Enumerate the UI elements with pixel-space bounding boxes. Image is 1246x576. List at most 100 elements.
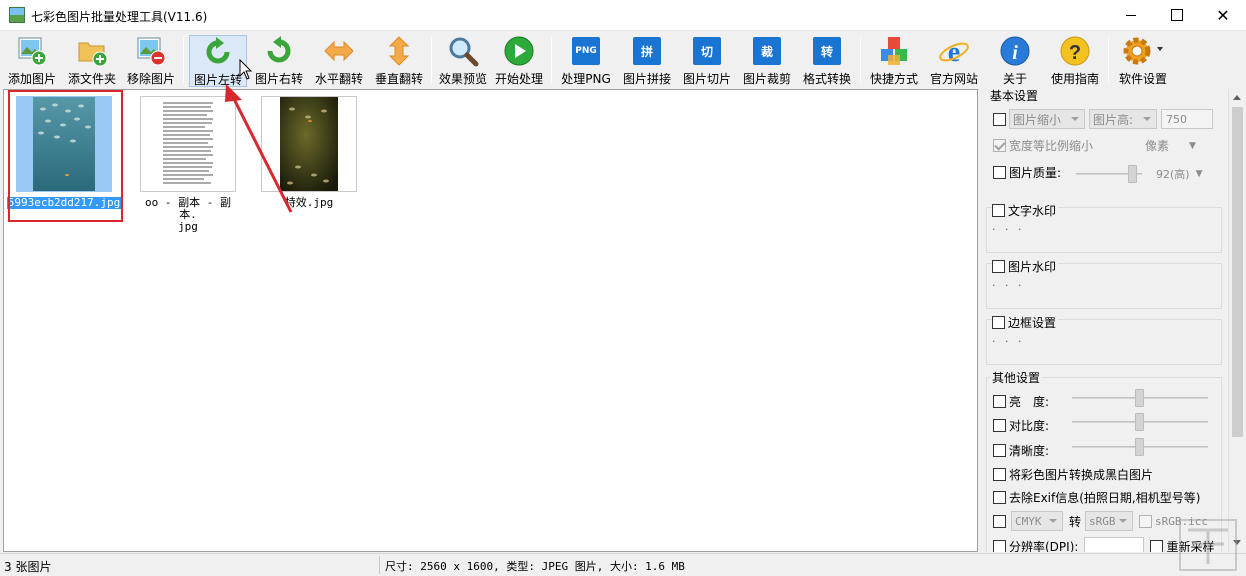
shortcut-label: 快捷方式 — [869, 72, 918, 86]
color-convert-checkbox[interactable] — [993, 514, 1006, 528]
app-icon — [9, 7, 25, 23]
flip-vertical-button[interactable]: 垂直翻转 — [372, 35, 426, 87]
toolbar-separator — [860, 37, 861, 83]
scrollbar-thumb[interactable] — [1232, 107, 1243, 437]
image-thumb-3[interactable]: 特效.jpg — [261, 96, 357, 209]
image-watermark-more[interactable]: · · · — [992, 279, 1024, 292]
crop-button[interactable]: 裁 图片裁剪 — [739, 35, 795, 87]
brightness-slider[interactable] — [1072, 388, 1208, 408]
watermark-logo — [1179, 519, 1237, 571]
status-divider — [379, 556, 380, 574]
convert-label: 格式转换 — [802, 72, 851, 86]
remove-exif-checkbox[interactable] — [993, 491, 1006, 504]
crop-icon: 裁 — [751, 35, 783, 67]
chevron-down-icon: ▼ — [1189, 140, 1196, 151]
process-png-label: 处理PNG — [561, 72, 611, 86]
image-gallery[interactable]: 5993ecb2dd217.jpg oo - 副本 - 副本. jpg 特效.j… — [3, 89, 978, 552]
sharpness-row: 清晰度: — [993, 442, 1049, 459]
quality-label: 图片质量: — [1009, 166, 1062, 180]
convert-label: 转 — [1069, 514, 1082, 529]
toolbar: 添加图片 添文件夹 移除图片 图片左转 图片右转 水平翻转 垂直翻转 效果预览 … — [0, 31, 1246, 88]
quality-checkbox[interactable] — [993, 166, 1006, 179]
title-bar: 七彩色图片批量处理工具(V11.6) ✕ — [0, 0, 1246, 31]
grayscale-checkbox[interactable] — [993, 468, 1006, 481]
rotate-right-button[interactable]: 图片右转 — [252, 35, 306, 87]
minimize-button[interactable] — [1108, 0, 1154, 30]
settings-button[interactable]: 软件设置 — [1114, 35, 1172, 87]
resample-checkbox[interactable] — [1150, 539, 1164, 552]
rotate-left-label: 图片左转 — [193, 73, 242, 87]
contrast-checkbox[interactable] — [993, 419, 1006, 432]
unit-select[interactable]: 像素 ▼ — [1145, 137, 1209, 154]
sharpness-checkbox[interactable] — [993, 444, 1006, 457]
resize-checkbox[interactable] — [993, 112, 1006, 126]
text-watermark-more[interactable]: · · · — [992, 223, 1024, 236]
text-watermark-checkbox[interactable] — [992, 204, 1005, 217]
image-thumbnail[interactable] — [140, 96, 236, 192]
image-count: 3 张图片 — [4, 560, 52, 574]
status-bar: 3 张图片 尺寸: 2560 x 1600, 类型: JPEG 图片, 大小: … — [0, 553, 1246, 576]
grayscale-label: 将彩色图片转换成黑白图片 — [1009, 468, 1154, 482]
resize-mode-select[interactable]: 图片缩小 — [1009, 109, 1085, 129]
remove-images-button[interactable]: 移除图片 — [124, 35, 178, 87]
contrast-slider[interactable] — [1072, 412, 1208, 432]
start-button[interactable]: 开始处理 — [492, 35, 546, 87]
panel-scrollbar[interactable] — [1228, 89, 1245, 552]
image-filename[interactable]: 特效.jpg — [285, 197, 334, 209]
slice-label: 图片切片 — [682, 72, 731, 86]
website-button[interactable]: e 官方网站 — [926, 35, 982, 87]
basic-settings-title: 基本设置 — [988, 89, 1041, 104]
brightness-checkbox[interactable] — [993, 395, 1006, 408]
contrast-row: 对比度: — [993, 417, 1049, 434]
other-settings-title: 其他设置 — [990, 369, 1043, 386]
add-folder-button[interactable]: 添文件夹 — [64, 35, 120, 87]
dpi-input[interactable] — [1084, 537, 1145, 552]
contrast-slider-knob[interactable] — [1135, 413, 1144, 431]
rotate-left-button[interactable]: 图片左转 — [189, 35, 247, 87]
image-thumb-2[interactable]: oo - 副本 - 副本. jpg — [140, 96, 236, 233]
quality-value-select[interactable]: 92(高) ▼ — [1156, 166, 1203, 182]
dimension-value-input[interactable]: 750 — [1161, 109, 1213, 129]
about-button[interactable]: i 关于 — [994, 35, 1036, 87]
border-label: 边框设置 — [1008, 316, 1057, 330]
keep-ratio-checkbox[interactable] — [993, 139, 1006, 152]
quality-slider[interactable] — [1076, 164, 1142, 184]
thumbnail-image-document — [157, 97, 219, 191]
brightness-row: 亮 度: — [993, 393, 1049, 410]
border-more[interactable]: · · · — [992, 335, 1024, 348]
maximize-button[interactable] — [1154, 0, 1200, 30]
preview-button[interactable]: 效果预览 — [436, 35, 490, 87]
preview-label: 效果预览 — [438, 72, 487, 86]
scroll-up-icon[interactable] — [1233, 95, 1241, 100]
image-thumbnail[interactable] — [261, 96, 357, 192]
dpi-checkbox[interactable] — [993, 539, 1006, 552]
play-icon — [503, 35, 535, 67]
convert-button[interactable]: 转 格式转换 — [799, 35, 855, 87]
image-info: 尺寸: 2560 x 1600, 类型: JPEG 图片, 大小: 1.6 MB — [385, 558, 685, 574]
color-to-select[interactable]: sRGB — [1085, 511, 1134, 531]
stitch-button[interactable]: 拼 图片拼接 — [619, 35, 675, 87]
add-images-button[interactable]: 添加图片 — [4, 35, 60, 87]
add-folder-label: 添文件夹 — [67, 72, 116, 86]
shortcut-button[interactable]: 快捷方式 — [866, 35, 922, 87]
border-checkbox[interactable] — [992, 316, 1005, 329]
color-from-select[interactable]: CMYK — [1011, 511, 1063, 531]
guide-button[interactable]: ? 使用指南 — [1047, 35, 1103, 87]
toolbar-separator — [551, 37, 552, 83]
quality-slider-knob[interactable] — [1128, 165, 1137, 183]
close-button[interactable]: ✕ — [1200, 0, 1246, 30]
image-watermark-checkbox[interactable] — [992, 260, 1005, 273]
border-header: 边框设置 — [992, 314, 1059, 331]
sharpness-slider-knob[interactable] — [1135, 438, 1144, 456]
flip-horizontal-button[interactable]: 水平翻转 — [312, 35, 366, 87]
remove-image-icon — [135, 35, 167, 67]
slice-button[interactable]: 切 图片切片 — [679, 35, 735, 87]
brightness-slider-knob[interactable] — [1135, 389, 1144, 407]
text-watermark-label: 文字水印 — [1008, 204, 1057, 218]
dimension-mode-select[interactable]: 图片高: — [1089, 109, 1157, 129]
icc-checkbox[interactable] — [1139, 514, 1153, 528]
keep-ratio-label: 宽度等比例缩小 — [1009, 139, 1094, 153]
process-png-button[interactable]: PNG 处理PNG — [558, 35, 614, 87]
sharpness-slider[interactable] — [1072, 437, 1208, 457]
image-filename[interactable]: oo - 副本 - 副本. jpg — [140, 197, 236, 233]
